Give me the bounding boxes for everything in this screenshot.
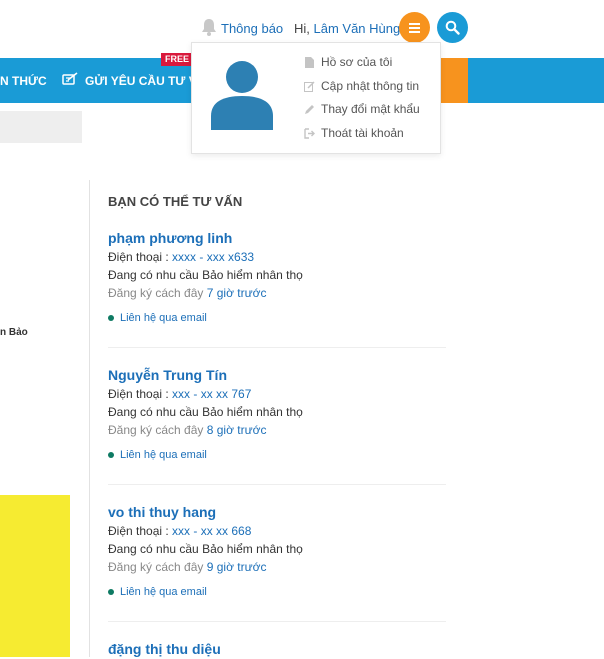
list-item: Nguyễn Trung Tín Điện thoại : xxx - xx x… (108, 365, 446, 463)
hamburger-icon (409, 21, 420, 35)
contact-email-label: Liên hệ qua email (120, 312, 207, 324)
dot-icon (108, 315, 114, 321)
free-badge: FREE (161, 53, 193, 66)
dot-icon (108, 452, 114, 458)
column-divider (89, 180, 90, 657)
file-icon (304, 56, 315, 68)
registered-label: Đăng ký cách đây (108, 560, 207, 574)
phone-row: Điện thoại : xxxx - xxx x633 (108, 248, 446, 266)
phone-value[interactable]: xxxx - xxx x633 (172, 250, 254, 264)
registered-row: Đăng ký cách đây 7 giờ trước (108, 284, 446, 302)
phone-label: Điện thoại : (108, 387, 173, 401)
avatar (211, 61, 273, 130)
divider (108, 621, 446, 622)
menu-item-logout[interactable]: Thoát tài khoản (304, 126, 404, 140)
registered-label: Đăng ký cách đây (108, 286, 207, 300)
phone-value[interactable]: xxx - xx xx 767 (172, 387, 251, 401)
customer-name[interactable]: phạm phương linh (108, 228, 446, 248)
registered-row: Đăng ký cách đây 8 giờ trước (108, 421, 446, 439)
need-text: Đang có nhu cầu Bảo hiểm nhân thọ (108, 542, 303, 556)
user-name[interactable]: Lâm Văn Hùng (314, 21, 401, 36)
menu-item-change-password[interactable]: Thay đổi mật khẩu (304, 102, 420, 116)
section-title: BẠN CÓ THỂ TƯ VẤN (108, 194, 243, 209)
phone-label: Điện thoại : (108, 250, 173, 264)
phone-row: Điện thoại : xxx - xx xx 668 (108, 522, 446, 540)
nav-item-knowledge[interactable]: N THỨC (0, 74, 47, 88)
left-search-box[interactable] (0, 111, 82, 143)
customer-name[interactable]: Nguyễn Trung Tín (108, 365, 446, 385)
registered-row: Đăng ký cách đây 9 giờ trước (108, 558, 446, 576)
send-request-icon (62, 72, 78, 85)
search-icon (445, 20, 460, 35)
divider (108, 347, 446, 348)
pencil-icon (304, 104, 315, 115)
list-item: phạm phương linh Điện thoại : xxxx - xxx… (108, 228, 446, 326)
bell-icon (202, 19, 216, 36)
customer-name[interactable]: vo thi thuy hang (108, 502, 446, 522)
user-greeting[interactable]: Hi, Lâm Văn Hùng (294, 21, 400, 36)
registered-time: 8 giờ trước (206, 423, 267, 437)
menu-item-label: Thay đổi mật khẩu (321, 102, 420, 116)
registered-label: Đăng ký cách đây (108, 423, 207, 437)
menu-item-label: Cập nhật thông tin (321, 79, 420, 93)
list-item: đặng thị thu diệu (108, 639, 446, 659)
need-text: Đang có nhu cầu Bảo hiểm nhân thọ (108, 268, 303, 282)
contact-email-label: Liên hệ qua email (120, 586, 207, 598)
menu-item-label: Thoát tài khoản (321, 126, 404, 140)
list-item: vo thi thuy hang Điện thoại : xxx - xx x… (108, 502, 446, 600)
customer-name[interactable]: đặng thị thu diệu (108, 639, 446, 659)
menu-item-label: Hồ sơ của tôi (321, 55, 393, 69)
nav-accent (437, 58, 468, 103)
registered-time: 7 giờ trước (206, 286, 267, 300)
dot-icon (108, 589, 114, 595)
need-text: Đang có nhu cầu Bảo hiểm nhân thọ (108, 405, 303, 419)
greeting-prefix: Hi, (294, 21, 314, 36)
registered-time: 9 giờ trước (206, 560, 267, 574)
logout-icon (304, 127, 315, 139)
left-fragment-text: n Bảo (0, 327, 28, 338)
divider (108, 484, 446, 485)
search-button[interactable] (437, 12, 468, 43)
phone-value[interactable]: xxx - xx xx 668 (172, 524, 251, 538)
yellow-banner (0, 495, 70, 657)
phone-row: Điện thoại : xxx - xx xx 767 (108, 385, 446, 403)
menu-button[interactable] (399, 12, 430, 43)
contact-email-link[interactable]: Liên hệ qua email (108, 310, 446, 326)
menu-item-profile[interactable]: Hồ sơ của tôi (304, 55, 392, 69)
contact-email-label: Liên hệ qua email (120, 449, 207, 461)
edit-icon (304, 80, 315, 92)
contact-email-link[interactable]: Liên hệ qua email (108, 584, 446, 600)
menu-item-update-info[interactable]: Cập nhật thông tin (304, 79, 419, 93)
notifications-link[interactable]: Thông báo (221, 21, 283, 36)
contact-email-link[interactable]: Liên hệ qua email (108, 447, 446, 463)
phone-label: Điện thoại : (108, 524, 173, 538)
